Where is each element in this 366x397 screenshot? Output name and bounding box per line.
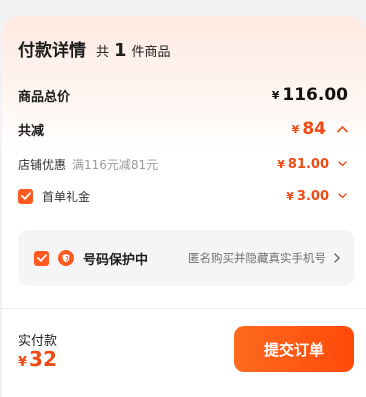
payment-title: 付款详情 (18, 41, 86, 61)
total-price-row: 商品总价 ¥ 116.00 (18, 84, 348, 106)
payment-amount-value: 32 (29, 347, 57, 371)
first-gift-row[interactable]: 首单礼金 ¥ 3.00 (18, 186, 348, 206)
chevron-down-icon[interactable] (337, 159, 348, 170)
shop-coupon-value: ¥ 81.00 (277, 157, 348, 172)
discount-amount: 84 (302, 119, 326, 139)
item-count-suffix: 件商品 (131, 45, 171, 60)
total-price-label: 商品总价 (18, 89, 71, 105)
total-currency: ¥ (271, 88, 280, 102)
total-price-value: ¥ 116.00 (272, 85, 348, 105)
number-protection-checkbox[interactable] (34, 250, 49, 266)
item-count-number: 1 (114, 40, 127, 61)
footer-divider (2, 308, 366, 309)
actual-payment-amount: ¥ 32 (18, 347, 57, 371)
first-gift-label: 首单礼金 (42, 189, 91, 204)
first-gift-currency: ¥ (286, 189, 294, 203)
shop-coupon-currency: ¥ (277, 157, 285, 171)
submit-order-button[interactable]: 提交订单 (234, 326, 354, 372)
item-count: 共 1 件商品 (96, 40, 171, 61)
discount-label: 共减 (18, 123, 45, 139)
shop-coupon-amount: 81.00 (287, 156, 329, 172)
discount-currency: ¥ (291, 122, 300, 136)
shield-icon (58, 250, 74, 266)
payment-header: 付款详情 共 1 件商品 (18, 36, 171, 64)
number-protection-card[interactable]: 号码保护中 匿名购买并隐藏真实手机号 (18, 230, 354, 286)
discount-row[interactable]: 共减 ¥ 84 (18, 118, 348, 140)
first-gift-amount: 3.00 (296, 188, 329, 204)
first-gift-checkbox[interactable] (18, 188, 33, 204)
shop-coupon-label: 店铺优惠 (18, 157, 67, 172)
payment-currency: ¥ (18, 355, 28, 370)
chevron-down-icon[interactable] (337, 191, 348, 202)
number-protection-title: 号码保护中 (83, 252, 149, 268)
number-protection-desc: 匿名购买并隐藏真实手机号 (188, 251, 326, 265)
chevron-right-icon[interactable] (332, 253, 342, 263)
item-count-prefix: 共 (96, 45, 110, 60)
discount-value: ¥ 84 (292, 119, 348, 139)
shop-coupon-desc: 满116元减81元 (72, 157, 159, 172)
total-amount: 116.00 (282, 85, 348, 105)
payment-details-panel: 付款详情 共 1 件商品 商品总价 ¥ 116.00 共减 ¥ 84 店铺优惠 … (2, 16, 366, 397)
chevron-up-icon[interactable] (336, 123, 348, 135)
first-gift-value: ¥ 3.00 (286, 189, 348, 204)
shop-coupon-row[interactable]: 店铺优惠 满116元减81元 ¥ 81.00 (18, 154, 348, 174)
